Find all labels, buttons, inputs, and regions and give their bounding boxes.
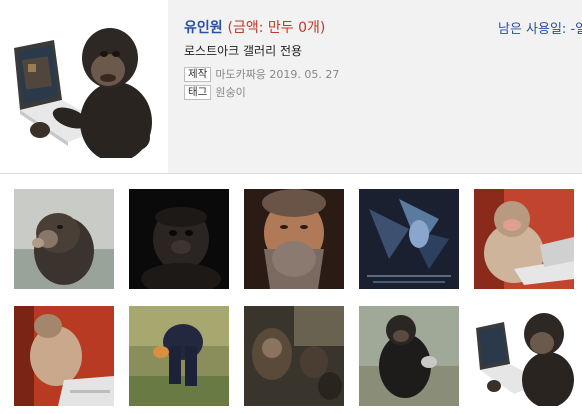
package-title: 유인원 (금액: 만두 0개) <box>184 17 325 37</box>
emoticon-item[interactable] <box>244 306 344 406</box>
emoticon-item[interactable] <box>474 306 574 406</box>
emoticon-item[interactable] <box>14 189 114 289</box>
package-description: 로스트아크 갤러리 전용 <box>184 44 303 58</box>
emoticon-item[interactable] <box>359 306 459 406</box>
emoticon-item[interactable] <box>244 189 344 289</box>
emoticon-item[interactable] <box>129 189 229 289</box>
emoticon-item[interactable] <box>14 306 114 406</box>
remaining-days: 남은 사용일: -일 <box>498 22 582 37</box>
maker-label: 제작 <box>184 66 212 82</box>
main-thumbnail <box>12 18 152 158</box>
tag-label: 태그 <box>184 84 212 100</box>
tag-row: 태그 원숭이 <box>184 84 246 100</box>
emoticon-item[interactable] <box>129 306 229 406</box>
package-name: 유인원 <box>184 20 223 36</box>
maker-row: 제작 마도카짜응 2019. 05. 27 <box>184 66 339 82</box>
maker-value: 마도카짜응 2019. 05. 27 <box>215 68 340 81</box>
emoticon-item[interactable] <box>474 189 574 289</box>
header-divider <box>0 173 582 174</box>
package-price: (금액: 만두 0개) <box>227 20 326 36</box>
emoticon-item[interactable] <box>359 189 459 289</box>
tag-value[interactable]: 원숭이 <box>215 84 245 100</box>
